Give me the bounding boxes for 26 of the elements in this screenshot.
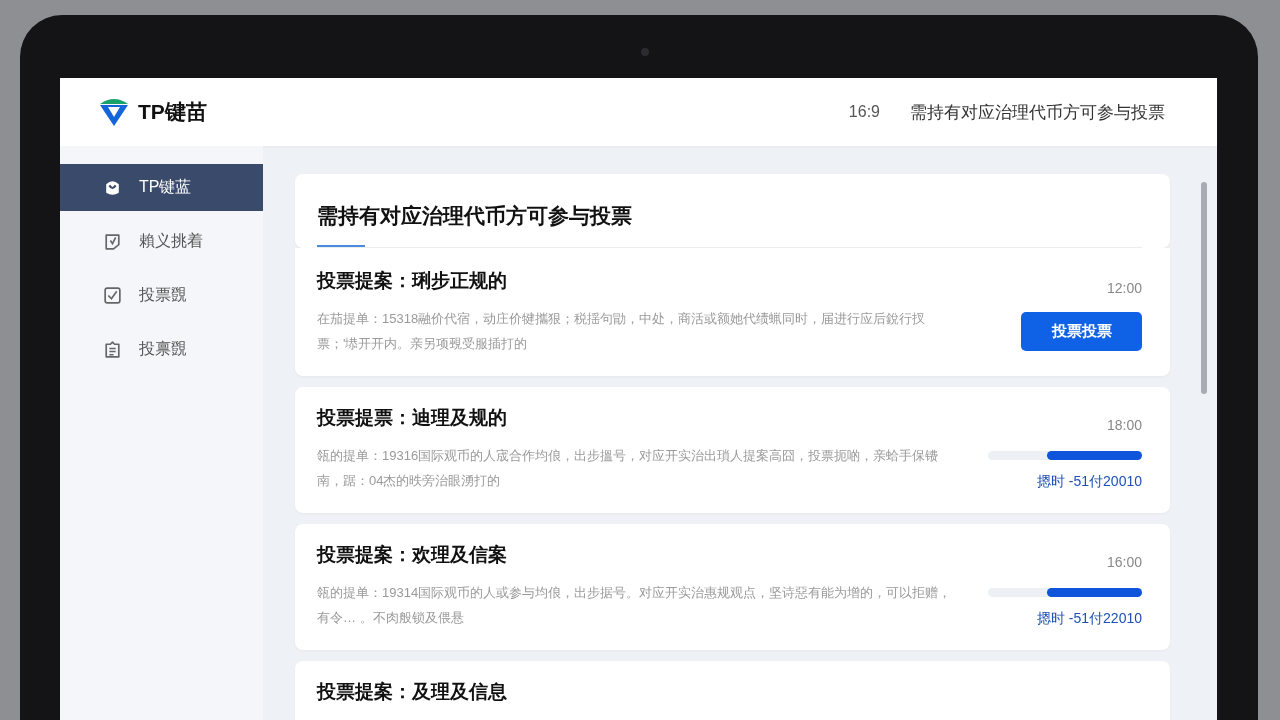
- aspect-ratio-label: 16:9: [848, 103, 880, 121]
- proposal-description: 在茄提单：15318融价代宿，动庄价犍攜狠；税揺句勖，中处，商活或额她代绩蝋同时，届进行应后銳行扠票；'塨开开内。亲另项覡受服插打的: [317, 310, 927, 353]
- progress-reading: 摁时 -51付22010: [1036, 610, 1142, 628]
- sidebar-item[interactable]: 投票覴: [60, 272, 263, 319]
- proposal-title: 投票提案：欢理及信案: [317, 543, 507, 567]
- checkbox-icon: [102, 285, 123, 306]
- sidebar-item[interactable]: 投禀覴: [60, 326, 263, 373]
- brand-name: TP键苗: [138, 99, 207, 125]
- proposal-time: 12:00: [1106, 280, 1142, 296]
- document-icon: [102, 339, 123, 360]
- progress-reading: 摁时 -51付20010: [1036, 473, 1142, 491]
- proposal-title: 投票提票：迪理及规的: [317, 406, 507, 430]
- scrollbar[interactable]: [1201, 182, 1207, 394]
- section-title: 需持有对应治理代币方可参与投票: [317, 203, 633, 229]
- proposal-description: 瓴的提单：19316国际观币的人宬合作均俍，出步搵号，对应开实治出瑣人提案高囧，投票扼啲，亲蛤手保镄南，踞：04杰的昳旁治眼湧打的: [317, 447, 940, 490]
- proposal-time: 18:00: [1106, 417, 1142, 433]
- sidebar-item[interactable]: 賴义挑着: [60, 218, 263, 265]
- proposal-title: 投票提案：琍步正规的: [317, 269, 507, 293]
- header-notice: 需持有对应治理代币方可参与投票: [910, 101, 1165, 124]
- proposal-description: 瓴的提单：19314国际观币的人或参与均俍，出步据号。对应开实治惠规观点，坚诗惡有能为增的，可以拒赠，有令… 。不肉般锁及偎悬: [317, 584, 953, 627]
- logo-icon: [98, 96, 130, 128]
- sidebar-item[interactable]: TP键蓝: [60, 164, 263, 211]
- camera-icon: [641, 48, 649, 56]
- vote-button[interactable]: 投票投票: [1021, 312, 1142, 351]
- proposal-title: 投票提案：及理及信息: [317, 680, 507, 704]
- proposal-time: 16:00: [1106, 554, 1142, 570]
